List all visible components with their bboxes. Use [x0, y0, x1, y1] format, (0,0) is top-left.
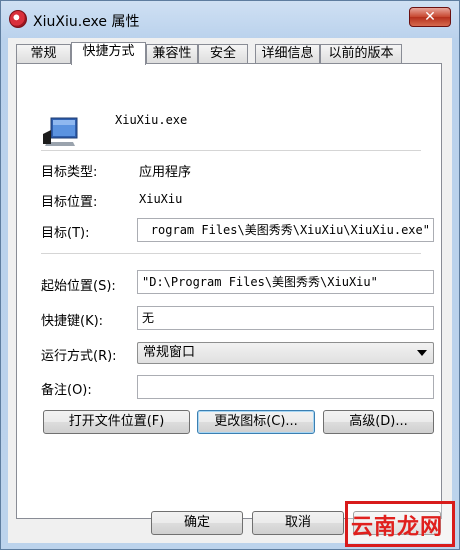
tab-compatibility[interactable]: 兼容性 [146, 44, 198, 64]
start-in-label: 起始位置(S): [41, 279, 116, 294]
comment-field[interactable] [137, 375, 434, 399]
run-mode-dropdown[interactable]: 常规窗口 [137, 342, 434, 364]
start-in-field[interactable]: "D:\Program Files\美图秀秀\XiuXiu" [137, 270, 434, 294]
close-button[interactable]: ✕ [409, 7, 451, 27]
target-type-label: 目标类型: [41, 165, 98, 180]
tab-general[interactable]: 常规 [16, 44, 71, 64]
target-field-text: rogram Files\美图秀秀\XiuXiu\XiuXiu.exe" [150, 223, 430, 237]
tab-details[interactable]: 详细信息 [255, 44, 320, 64]
target-type-value: 应用程序 [139, 165, 192, 180]
target-field[interactable]: rogram Files\美图秀秀\XiuXiu\XiuXiu.exe" [137, 218, 434, 242]
title-bar: XiuXiu.exe 属性 ✕ [1, 1, 459, 37]
shortcut-file-name: XiuXiu.exe [115, 113, 188, 127]
divider-middle [41, 253, 421, 254]
target-location-label: 目标位置: [41, 195, 98, 210]
watermark-text: 云南龙网 [351, 515, 444, 540]
target-label: 目标(T): [41, 226, 90, 241]
divider-top [41, 150, 421, 151]
properties-window: XiuXiu.exe 属性 ✕ 常规 快捷方式 兼容性 安全 详细信息 以前的版… [0, 0, 460, 550]
hotkey-label: 快捷键(K): [41, 314, 104, 329]
run-mode-selected: 常规窗口 [143, 345, 196, 360]
shortcut-tab-panel: XiuXiu.exe 目标类型: 应用程序 目标位置: XiuXiu 目标(T)… [16, 63, 442, 519]
window-title: XiuXiu.exe 属性 [33, 14, 140, 30]
tab-shortcut[interactable]: 快捷方式 [71, 42, 146, 65]
comment-label: 备注(O): [41, 383, 92, 398]
advanced-button[interactable]: 高级(D)... [323, 410, 434, 434]
open-file-location-button[interactable]: 打开文件位置(F) [43, 410, 190, 434]
change-icon-button[interactable]: 更改图标(C)... [197, 410, 315, 434]
cancel-button[interactable]: 取消 [252, 511, 344, 535]
hotkey-field[interactable]: 无 [137, 306, 434, 330]
dropdown-arrow-icon [417, 350, 427, 356]
start-in-field-text: "D:\Program Files\美图秀秀\XiuXiu" [142, 275, 378, 289]
ok-button[interactable]: 确定 [151, 511, 243, 535]
tab-security[interactable]: 安全 [198, 44, 248, 64]
exe-file-icon [43, 117, 78, 146]
target-location-value: XiuXiu [139, 192, 183, 206]
xiuxiu-app-icon [9, 10, 27, 28]
run-label: 运行方式(R): [41, 349, 117, 364]
hotkey-field-text: 无 [142, 311, 155, 325]
tab-previous-versions[interactable]: 以前的版本 [320, 44, 402, 64]
dialog-client-area: 常规 快捷方式 兼容性 安全 详细信息 以前的版本 XiuXiu.exe 目标类… [8, 38, 452, 543]
